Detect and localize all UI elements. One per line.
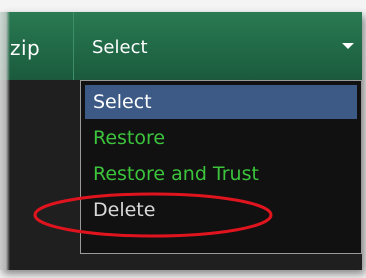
- action-select[interactable]: Select: [80, 26, 362, 66]
- highlight-circle-annotation: [33, 192, 273, 238]
- option-restore[interactable]: Restore: [85, 121, 357, 155]
- action-select-value: Select: [92, 37, 148, 58]
- screenshot-window: zip Select Select Restore Restore and Tr…: [0, 0, 366, 278]
- left-edge-highlight: [0, 12, 10, 270]
- option-restore-and-trust[interactable]: Restore and Trust: [85, 157, 357, 191]
- file-name-label: zip: [10, 36, 41, 60]
- header-bar: zip Select: [0, 12, 362, 80]
- column-divider: [73, 12, 74, 80]
- chevron-down-icon[interactable]: [342, 43, 354, 49]
- option-select[interactable]: Select: [85, 85, 357, 119]
